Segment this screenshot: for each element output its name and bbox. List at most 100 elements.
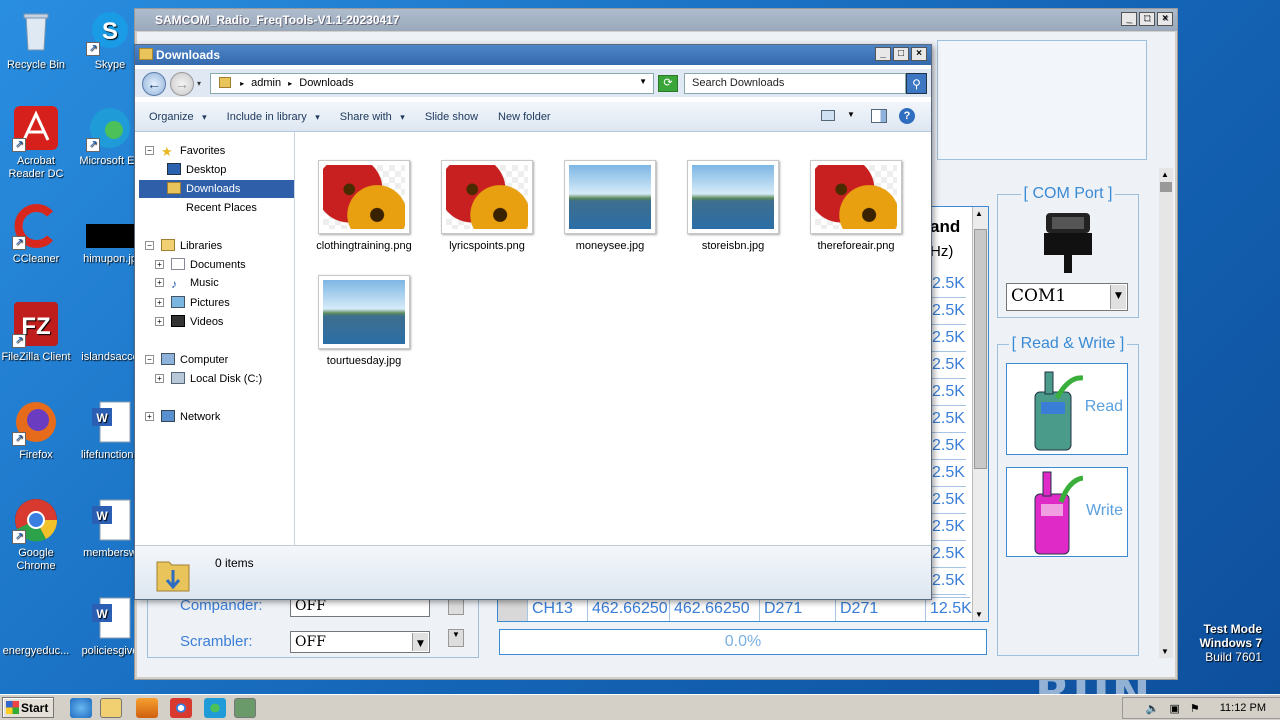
organize-button[interactable]: Organize [149,111,207,123]
nav-local-disk[interactable]: + Local Disk (C:) [155,370,262,388]
com-port-select[interactable]: COM1 ▼ [1006,283,1128,311]
filezilla-shortcut[interactable]: FZ ↗ FileZilla Client [0,300,74,364]
file-item[interactable]: clothingtraining.png [312,160,416,252]
scrambler-select[interactable]: OFF ▼ [290,631,430,653]
nav-libraries[interactable]: − Libraries [145,237,222,255]
include-in-library-button[interactable]: Include in library [227,111,320,123]
slide-show-button[interactable]: Slide show [425,111,478,123]
volume-icon[interactable]: 🔈 [1146,702,1160,715]
scroll-down-icon[interactable]: ▼ [1161,647,1169,656]
maximize-button[interactable]: □ [1139,12,1155,26]
libraries-icon [161,239,175,251]
search-input[interactable]: Search Downloads [684,73,906,94]
svg-text:W: W [96,607,108,621]
explorer-titlebar[interactable]: Downloads _ □ × [135,45,931,65]
file-item[interactable]: lyricspoints.png [435,160,539,252]
word-doc-icon: W [86,496,134,544]
close-button[interactable]: × [1157,12,1173,26]
top-panel [937,40,1147,160]
chrome-taskbar-icon[interactable] [170,698,192,718]
acrobat-shortcut[interactable]: ↗ Acrobat Reader DC [0,104,74,181]
read-button[interactable]: Read [1006,363,1128,455]
refresh-icon[interactable]: ⟳ [658,75,678,92]
breadcrumb-item-admin[interactable]: admin [251,77,281,89]
samcom-titlebar[interactable]: SAMCOM_Radio_FreqTools-V1.1-20230417 _ □… [135,9,1177,31]
file-item[interactable]: tourtuesday.jpg [312,275,416,367]
scroll-thumb[interactable] [1160,182,1172,192]
edge-icon: ↗ [86,104,134,152]
breadcrumb-item-downloads[interactable]: Downloads [299,77,353,89]
chrome-icon: ↗ [12,496,60,544]
forward-button[interactable]: → [170,72,194,96]
minimize-button[interactable]: _ [875,47,891,61]
bandwidth-cell: 2.5K [930,298,966,325]
share-with-button[interactable]: Share with [340,111,405,123]
desktop-icon [167,163,181,175]
preview-pane-icon[interactable] [871,109,887,123]
minimize-button[interactable]: _ [1121,12,1137,26]
scroll-down-icon[interactable]: ▼ [975,610,983,619]
nav-favorites[interactable]: − ★ Favorites [145,142,225,160]
word-doc-icon: W [86,398,134,446]
table-row[interactable]: CH13 462.66250 462.66250 D271 D271 12.5K [498,597,972,621]
chevron-down-icon[interactable]: ▼ [639,77,647,86]
ccleaner-shortcut[interactable]: ↗ CCleaner [0,202,74,266]
recycle-bin-icon [12,8,60,56]
energyeduc-file[interactable]: energyeduc... [0,594,74,658]
breadcrumb[interactable]: ▸ admin ▸ Downloads ▼ [210,73,654,94]
nav-music[interactable]: + ♪ Music [155,275,219,293]
search-icon[interactable]: ⚲ [906,73,927,94]
bandwidth-cell: 2.5K [930,514,966,541]
firefox-shortcut[interactable]: ↗ Firefox [0,398,74,462]
downloads-folder-icon [155,554,191,597]
back-button[interactable]: ← [142,72,166,96]
help-icon[interactable]: ? [899,108,915,124]
recycle-bin-shortcut[interactable]: Recycle Bin [0,8,74,72]
file-item[interactable]: storeisbn.jpg [681,160,785,252]
scroll-up-icon[interactable]: ▲ [975,209,983,218]
window-scrollbar[interactable]: ▲ ▼ [1159,168,1173,658]
windows-logo-icon [6,701,19,714]
file-item[interactable]: moneysee.jpg [558,160,662,252]
nav-computer[interactable]: − Computer [145,351,228,369]
action-center-icon[interactable]: ⚑ [1190,702,1200,715]
maximize-button[interactable]: □ [893,47,909,61]
scroll-down-icon[interactable]: ▼ [448,629,464,647]
nav-desktop[interactable]: Desktop [167,161,226,179]
network-tray-icon[interactable]: ▣ [1169,702,1179,715]
window-title: Downloads [156,48,221,62]
write-button[interactable]: Write [1006,467,1128,557]
recent-pages-chevron-icon[interactable]: ▾ [197,79,201,88]
start-button[interactable]: Start [2,697,54,718]
explorer-taskbar-icon[interactable] [100,698,122,718]
clock[interactable]: 11:12 PM [1220,702,1266,714]
nav-network[interactable]: + Network [145,408,220,426]
nav-documents[interactable]: + Documents [155,256,246,274]
downloads-folder-icon [167,182,181,194]
file-list: clothingtraining.png lyricspoints.png mo… [296,132,931,546]
close-button[interactable]: × [911,47,927,61]
edge-taskbar-icon[interactable] [204,698,226,718]
scroll-thumb[interactable] [974,229,987,469]
media-player-icon[interactable] [136,698,158,718]
nav-pictures[interactable]: + Pictures [155,294,230,312]
com-port-group: [ COM Port ] COM1 ▼ [997,185,1139,318]
read-write-group: [ Read & Write ] Read Write [997,335,1139,656]
chevron-down-icon[interactable]: ▼ [847,110,855,119]
samcom-taskbar-icon[interactable] [234,698,256,718]
view-icon[interactable] [821,110,835,121]
status-bar: 0 items [135,545,931,599]
chrome-shortcut[interactable]: ↗ Google Chrome [0,496,74,573]
nav-videos[interactable]: + Videos [155,313,223,331]
nav-downloads[interactable]: Downloads [139,180,294,198]
scroll-up-icon[interactable]: ▲ [1161,170,1169,179]
ie-icon[interactable] [70,698,92,718]
file-icon [12,594,60,642]
navigation-pane: − ★ Favorites Desktop Downloads Recent Pla… [135,132,295,546]
nav-recent-places[interactable]: Recent Places [167,199,257,217]
bandwidth-cell: 2.5K [930,379,966,406]
file-item[interactable]: thereforeair.png [804,160,908,252]
new-folder-button[interactable]: New folder [498,111,551,123]
table-scrollbar[interactable]: ▲ ▼ [972,207,988,621]
item-count: 0 items [215,556,254,570]
